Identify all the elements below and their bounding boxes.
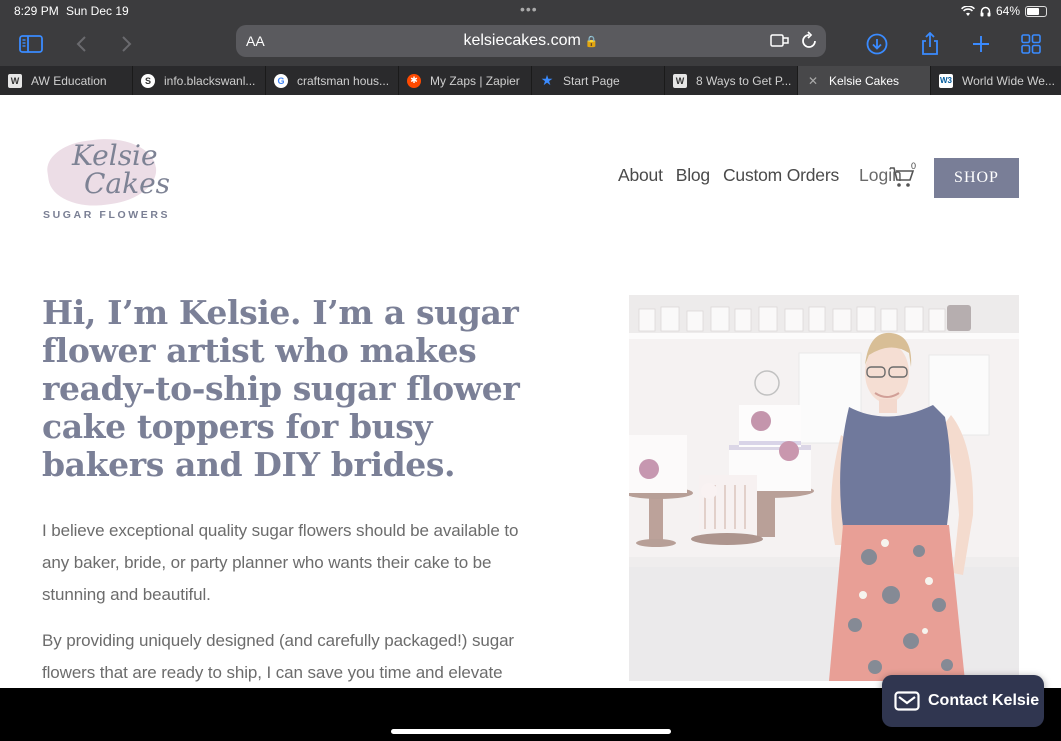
extension-icon[interactable] [770,32,790,53]
site-logo[interactable]: Kelsie Cakes SUGAR FLOWERS [42,131,171,225]
browser-toolbar: AA kelsiecakes.com 🔒 [0,22,1061,66]
kelsie-photo [629,295,1019,681]
sidebar-icon[interactable] [16,29,46,59]
tab-bar: W AW Education Sinfo.blackswanl... Gcraft… [0,66,1061,95]
intro-paragraph-1: I believe exceptional quality sugar flow… [42,521,519,604]
tab-craftsman[interactable]: Gcraftsman hous... [266,66,399,95]
wordpress-icon: W [8,73,22,88]
logo-tagline: SUGAR FLOWERS [43,209,171,221]
status-time: 8:29 PM [14,4,59,18]
shop-button[interactable]: SHOP [934,158,1019,198]
new-tab-icon[interactable] [966,29,996,59]
tab-blackswan[interactable]: Sinfo.blackswanl... [133,66,266,95]
tab-label: World Wide We... [962,73,1055,88]
status-bar: 8:29 PM Sun Dec 19 ••• 64% [0,0,1061,22]
lock-icon: 🔒 [584,36,599,48]
intro-paragraph-2: By providing uniquely designed (and care… [42,631,514,682]
tab-zapier[interactable]: ✱ My Zaps | Zapier [399,66,532,95]
hero-headline: Hi, I’m Kelsie. I’m a sugar flower artis… [42,293,520,484]
nav-blog[interactable]: Blog [676,165,710,186]
tab-label: info.blackswanl... [164,73,256,88]
reload-icon[interactable] [800,30,818,55]
logo-line2: Cakes [84,167,171,200]
tab-label: Start Page [563,73,620,88]
zapier-icon: ✱ [407,73,421,88]
contact-kelsie-button[interactable]: Contact Kelsie [882,675,1044,727]
tab-label: Kelsie Cakes [829,73,900,88]
status-right: 64% [961,4,1047,18]
contact-label: Contact Kelsie [928,692,1040,709]
wordpress-icon: W [673,73,687,88]
tab-overview-icon[interactable] [1016,29,1046,59]
battery-percent: 64% [995,4,1020,18]
multitasking-dots-icon[interactable]: ••• [520,1,538,17]
tab-8-ways[interactable]: W 8 Ways to Get P... [665,66,798,95]
forward-icon[interactable] [112,29,142,59]
tab-aw-education[interactable]: W AW Education [0,66,133,95]
tab-label: craftsman hous... [297,73,390,88]
star-icon: ★ [540,72,554,88]
back-icon[interactable] [66,29,96,59]
cart-count: 0 [911,161,917,171]
w3c-icon: W3 [939,73,953,88]
tab-label: 8 Ways to Get P... [696,73,792,88]
google-icon: G [274,73,288,88]
envelope-icon [894,691,920,711]
nav-custom-orders[interactable]: Custom Orders [723,165,839,186]
main-nav: About Blog Custom Orders Login [618,165,922,186]
downloads-icon[interactable] [862,29,892,59]
tab-start-page[interactable]: ★ Start Page [532,66,665,95]
share-icon[interactable] [915,29,945,59]
tab-world-wide-web[interactable]: W3 World Wide We... [931,66,1061,95]
status-date: Sun Dec 19 [66,4,129,18]
headphones-icon [980,6,991,16]
tab-kelsie-cakes[interactable]: ✕ Kelsie Cakes [798,66,931,95]
home-indicator[interactable] [391,729,671,734]
url-text: kelsiecakes.com 🔒 [236,32,826,50]
nav-about[interactable]: About [618,165,663,186]
url-label: kelsiecakes.com [463,32,581,49]
wifi-icon [961,5,975,16]
battery-icon [1025,5,1047,17]
web-page: Kelsie Cakes SUGAR FLOWERS About Blog Cu… [0,95,1061,688]
address-bar[interactable]: AA kelsiecakes.com 🔒 [236,25,826,57]
swan-icon: S [141,73,155,88]
tab-label: AW Education [31,73,107,88]
tab-label: My Zaps | Zapier [430,73,520,88]
close-tab-icon[interactable]: ✕ [806,74,820,88]
